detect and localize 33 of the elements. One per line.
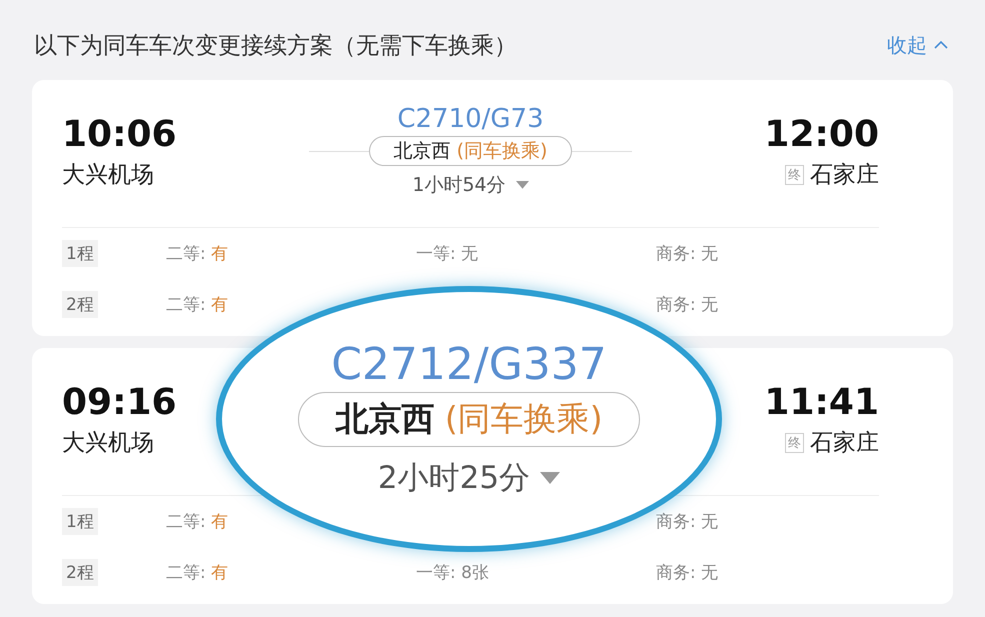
depart-time: 10:06	[62, 114, 177, 155]
seat-availability: 二等: 有	[166, 562, 230, 584]
seat-availability: 商务: 无	[656, 294, 720, 316]
arrive-station: 石家庄	[810, 429, 879, 458]
arrive-time: 12:00	[764, 114, 879, 155]
transfer-station: 北京西 (同车换乘)	[298, 392, 640, 447]
depart-station: 大兴机场	[62, 161, 154, 190]
chevron-up-icon	[933, 40, 949, 50]
caret-icon	[540, 472, 560, 484]
leg-label: 2程	[62, 559, 98, 586]
seat-availability: 商务: 无	[656, 511, 720, 534]
depart-time: 09:16	[62, 382, 177, 423]
seat-availability: 二等: 有	[166, 243, 230, 266]
leg-label: 2程	[62, 291, 98, 318]
arrive-time: 11:41	[764, 382, 879, 423]
duration-text: 1小时54分	[412, 173, 506, 198]
train-number: C2710/G73	[397, 104, 544, 134]
seat-availability: 商务: 无	[656, 562, 720, 584]
terminal-badge: 终	[785, 164, 804, 184]
arrive-station: 石家庄	[810, 161, 879, 190]
depart-station: 大兴机场	[62, 429, 154, 458]
seat-availability: 二等: 有	[166, 511, 230, 534]
leg-label: 1程	[62, 508, 98, 536]
seat-availability: 商务: 无	[656, 243, 720, 266]
leg-label: 1程	[62, 240, 98, 268]
duration-text: 2小时25分	[378, 459, 530, 498]
transfer-station: 北京西 (同车换乘)	[368, 136, 572, 166]
seat-availability: 一等: 8张	[416, 562, 490, 584]
terminal-badge: 终	[785, 432, 804, 452]
seat-availability: 一等: 无	[416, 243, 480, 266]
caret-icon	[516, 181, 529, 189]
seat-availability: 二等: 有	[166, 294, 230, 316]
section-title: 以下为同车车次变更接续方案（无需下车换乘）	[34, 32, 517, 60]
